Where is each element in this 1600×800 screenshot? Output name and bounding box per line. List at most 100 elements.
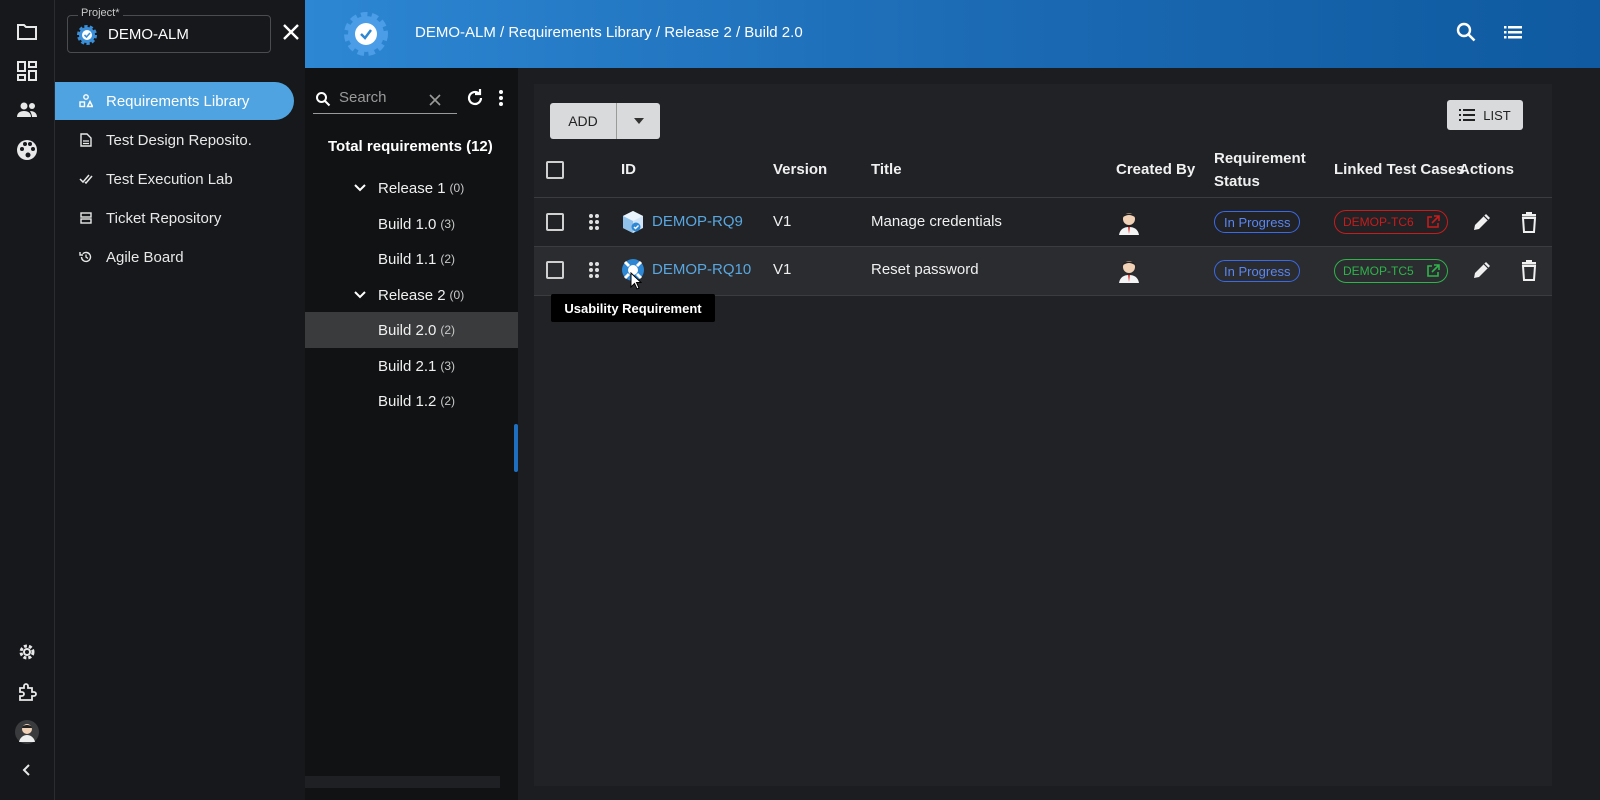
- column-header-id[interactable]: ID: [621, 161, 636, 178]
- project-value: DEMO-ALM: [108, 26, 189, 43]
- folder-icon[interactable]: [14, 19, 40, 45]
- table-row[interactable]: DEMOP-RQ10 V1 Reset password In Progress…: [534, 247, 1552, 295]
- requirement-title: Manage credentials: [871, 213, 1002, 230]
- drag-handle-icon[interactable]: [588, 213, 600, 231]
- tree-search[interactable]: Search: [313, 84, 457, 114]
- nav-item-label: Ticket Repository: [106, 209, 222, 227]
- total-requirements: Total requirements (12): [328, 138, 493, 155]
- collapse-chevron-icon[interactable]: [14, 757, 40, 783]
- linked-test-case-chip[interactable]: DEMOP-TC6: [1334, 210, 1448, 234]
- users-icon[interactable]: [14, 97, 40, 123]
- add-button[interactable]: ADD: [550, 103, 617, 139]
- clear-icon[interactable]: [427, 92, 443, 108]
- project-select[interactable]: Project* DEMO-ALM: [67, 7, 271, 53]
- creator-avatar-icon: [1119, 213, 1139, 235]
- requirement-id-link[interactable]: DEMOP-RQ10: [652, 261, 751, 278]
- column-header-status-line1[interactable]: Requirement: [1214, 150, 1306, 167]
- column-header-actions: Actions: [1459, 161, 1515, 178]
- icon-rail: [0, 0, 55, 800]
- double-check-icon: [79, 172, 93, 186]
- requirements-icon: [79, 94, 93, 108]
- project-gear-icon: [77, 25, 97, 45]
- column-header-status-line2[interactable]: Status: [1214, 173, 1260, 190]
- horizontal-scrollbar[interactable]: [305, 776, 500, 788]
- delete-icon[interactable]: [1518, 259, 1540, 281]
- list-icon: [1459, 109, 1476, 121]
- mouse-cursor-icon: [630, 272, 642, 290]
- tree-node-build-2-1[interactable]: Build 2.1 (3): [305, 348, 518, 384]
- user-avatar-icon[interactable]: [14, 719, 40, 745]
- nav-item-agile-board[interactable]: Agile Board: [55, 238, 294, 276]
- edit-icon[interactable]: [1471, 259, 1493, 281]
- linked-test-case-id: DEMOP-TC6: [1343, 215, 1414, 229]
- select-all-checkbox[interactable]: [546, 161, 564, 179]
- tree-node-release-2[interactable]: Release 2 (0): [305, 277, 518, 313]
- nav-item-ticket-repository[interactable]: Ticket Repository: [55, 199, 294, 237]
- refresh-icon[interactable]: [465, 88, 485, 108]
- nav-item-label: Test Design Reposito.: [106, 131, 252, 149]
- add-dropdown-button[interactable]: [617, 103, 660, 139]
- tree-node-label: Build 2.0: [378, 321, 437, 339]
- document-icon: [79, 133, 93, 147]
- cube-requirement-icon: [623, 211, 643, 233]
- tree-node-label: Build 2.1: [378, 357, 437, 375]
- column-header-title[interactable]: Title: [871, 161, 902, 178]
- tooltip: Usability Requirement: [551, 294, 715, 322]
- column-header-linked-test-cases[interactable]: Linked Test Cases: [1334, 161, 1465, 178]
- linked-test-case-chip[interactable]: DEMOP-TC5: [1334, 259, 1448, 283]
- navigation-panel: Project* DEMO-ALM Requirements Library T…: [55, 0, 305, 800]
- search-input[interactable]: Search: [339, 89, 387, 106]
- nav-item-label: Requirements Library: [106, 92, 250, 110]
- tree-node-count: (3): [440, 217, 456, 231]
- panel-resize-handle[interactable]: [514, 424, 518, 472]
- external-link-icon[interactable]: [1425, 214, 1441, 230]
- tree-node-release-1[interactable]: Release 1 (0): [305, 170, 518, 206]
- table-row[interactable]: DEMOP-RQ9 V1 Manage credentials In Progr…: [534, 198, 1552, 246]
- nav-item-test-execution[interactable]: Test Execution Lab: [55, 160, 294, 198]
- status-badge: In Progress: [1214, 211, 1301, 233]
- extension-icon[interactable]: [14, 679, 40, 705]
- column-header-created-by[interactable]: Created By: [1116, 161, 1195, 178]
- project-label: Project*: [78, 7, 123, 19]
- tree-node-label: Build 1.0: [378, 215, 437, 233]
- tree-node-count: (0): [449, 181, 465, 195]
- nav-item-test-design[interactable]: Test Design Reposito.: [55, 121, 294, 159]
- row-checkbox[interactable]: [546, 261, 564, 279]
- tree-node-count: (2): [440, 252, 456, 266]
- history-icon: [79, 250, 93, 264]
- list-view-button[interactable]: LIST: [1447, 100, 1523, 130]
- tree-node-count: (3): [440, 359, 456, 373]
- tree-node-label: Build 1.1: [378, 250, 437, 268]
- tree-node-build-1-2[interactable]: Build 1.2 (2): [305, 383, 518, 419]
- external-link-icon[interactable]: [1425, 263, 1441, 279]
- row-checkbox[interactable]: [546, 213, 564, 231]
- list-menu-icon[interactable]: [1502, 21, 1528, 47]
- drag-handle-icon[interactable]: [588, 261, 600, 279]
- search-icon[interactable]: [1455, 21, 1481, 47]
- requirement-version: V1: [773, 261, 792, 278]
- chevron-down-icon[interactable]: [352, 180, 368, 196]
- tree-node-build-1-1[interactable]: Build 1.1 (2): [305, 241, 518, 277]
- requirement-title: Reset password: [871, 261, 979, 278]
- top-header: DEMO-ALM / Requirements Library / Releas…: [305, 0, 1600, 68]
- add-button-group: ADD: [550, 103, 660, 139]
- more-vert-icon[interactable]: [493, 88, 509, 108]
- requirement-id-link[interactable]: DEMOP-RQ9: [652, 213, 743, 230]
- status-badge: In Progress: [1214, 260, 1301, 282]
- creator-avatar-icon: [1119, 261, 1139, 283]
- delete-icon[interactable]: [1518, 211, 1540, 233]
- tree-node-build-1-0[interactable]: Build 1.0 (3): [305, 206, 518, 242]
- ticket-icon: [79, 211, 93, 225]
- dashboard-icon[interactable]: [14, 58, 40, 84]
- close-icon[interactable]: [279, 20, 303, 44]
- palette-icon[interactable]: [14, 137, 40, 163]
- settings-icon[interactable]: [14, 639, 40, 665]
- requirement-version: V1: [773, 213, 792, 230]
- tree-node-count: (2): [440, 323, 456, 337]
- tree-node-build-2-0[interactable]: Build 2.0 (2): [305, 312, 518, 348]
- requirements-table-panel: ADD LIST ID Version Title Created By Req…: [534, 84, 1552, 786]
- nav-item-requirements-library[interactable]: Requirements Library: [55, 82, 294, 120]
- column-header-version[interactable]: Version: [773, 161, 827, 178]
- edit-icon[interactable]: [1471, 211, 1493, 233]
- chevron-down-icon[interactable]: [352, 287, 368, 303]
